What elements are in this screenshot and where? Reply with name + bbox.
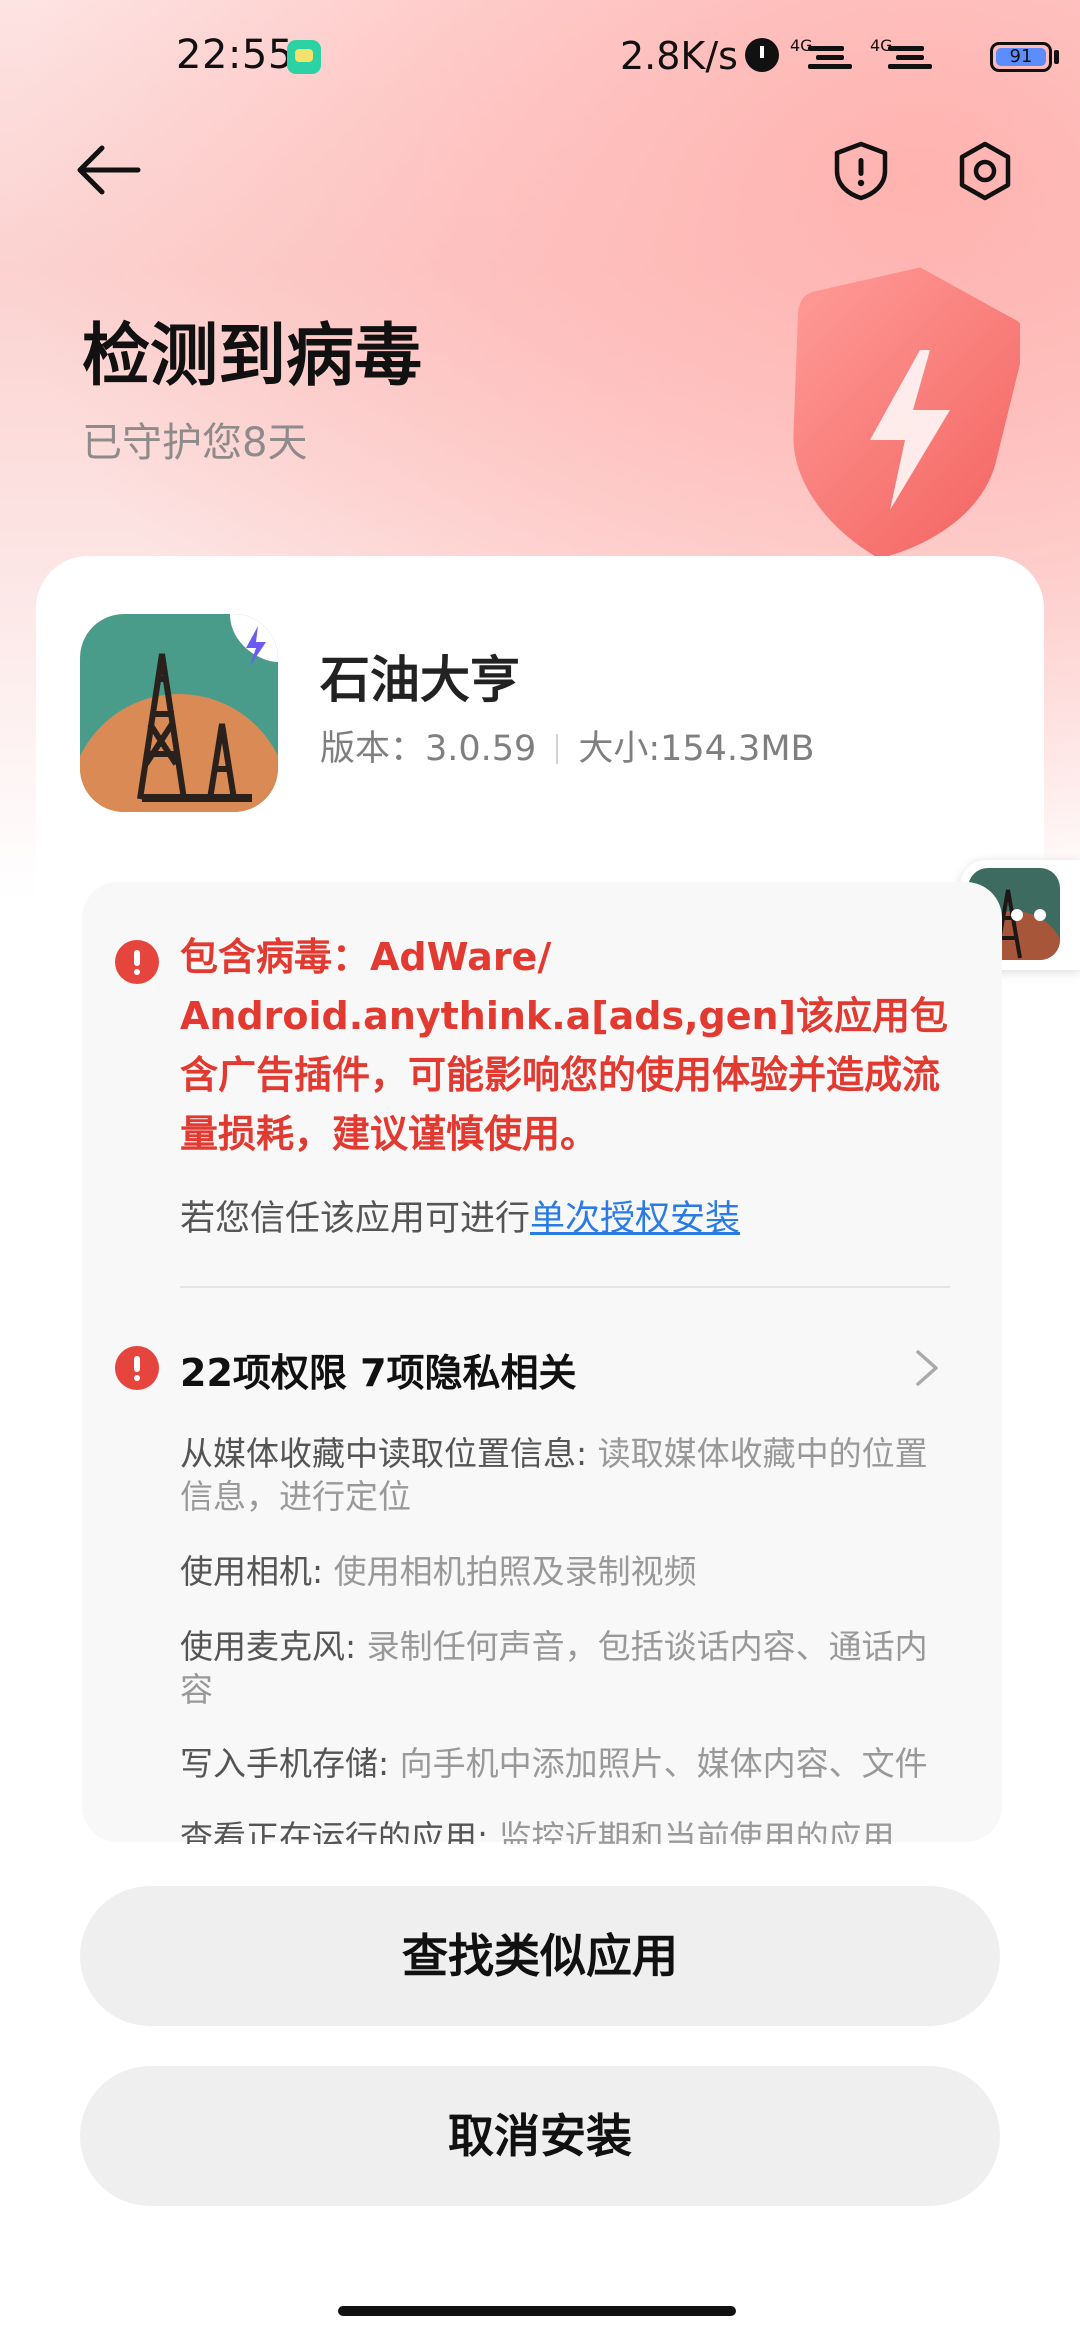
battery-tip-icon — [1054, 50, 1059, 64]
page-subtitle: 已守护您8天 — [82, 420, 308, 466]
signal-bars-1-icon — [808, 46, 852, 76]
alarm-icon — [745, 38, 779, 72]
back-arrow-icon[interactable] — [76, 140, 142, 200]
panel-divider — [180, 1286, 950, 1288]
single-authorization-install-link[interactable]: 单次授权安装 — [530, 1199, 740, 1239]
app-icon-oil-tycoon — [80, 614, 278, 812]
virus-warning-text: 包含病毒：AdWare/ Android.anythink.a[ads,gen]… — [180, 935, 948, 1156]
home-indicator[interactable] — [338, 2306, 736, 2316]
app-name: 石油大亨 — [320, 651, 520, 709]
cancel-install-button[interactable]: 取消安装 — [80, 2066, 1000, 2206]
battery-icon: 91 — [990, 42, 1052, 72]
permission-item: 从媒体收藏中读取位置信息: 读取媒体收藏中的位置信息，进行定位 — [180, 1434, 928, 1516]
battery-level: 91 — [996, 48, 1046, 66]
signal-bars-2-icon — [888, 46, 932, 76]
virus-warning-icon — [115, 940, 159, 984]
app-version: 版本：3.0.59 — [320, 729, 537, 769]
find-similar-apps-button[interactable]: 查找类似应用 — [80, 1886, 1000, 2026]
page-title: 检测到病毒 — [82, 317, 423, 396]
chevron-right-icon[interactable] — [908, 1346, 944, 1390]
security-shield-icon[interactable] — [830, 140, 892, 202]
status-bar: 22:55 2.8K/s 4G 4G 91 — [0, 0, 1080, 120]
permission-item: 使用麦克风: 录制任何声音，包括谈话内容、通话内容 — [180, 1627, 928, 1709]
shield-lightning-illustration-icon — [793, 267, 1020, 559]
meta-divider — [556, 734, 559, 764]
chat-notification-icon — [287, 40, 321, 74]
permissions-title[interactable]: 22项权限 7项隐私相关 — [180, 1342, 577, 1397]
trust-note: 若您信任该应用可进行单次授权安装 — [180, 1190, 740, 1241]
trust-note-prefix: 若您信任该应用可进行 — [180, 1199, 531, 1239]
permission-item: 写入手机存储: 向手机中添加照片、媒体内容、文件 — [180, 1744, 928, 1783]
settings-gear-icon[interactable] — [954, 140, 1016, 202]
permission-item: 查看正在运行的应用: 监控近期和当前使用的应用 — [180, 1818, 895, 1844]
status-time: 22:55 — [176, 32, 294, 78]
network-speed: 2.8K/s — [620, 34, 738, 78]
app-meta: 版本：3.0.59 大小:154.3MB — [320, 720, 815, 771]
app-size: 大小:154.3MB — [578, 729, 815, 769]
permissions-warning-icon — [115, 1346, 159, 1390]
permission-item: 使用相机: 使用相机拍照及录制视频 — [180, 1552, 697, 1591]
